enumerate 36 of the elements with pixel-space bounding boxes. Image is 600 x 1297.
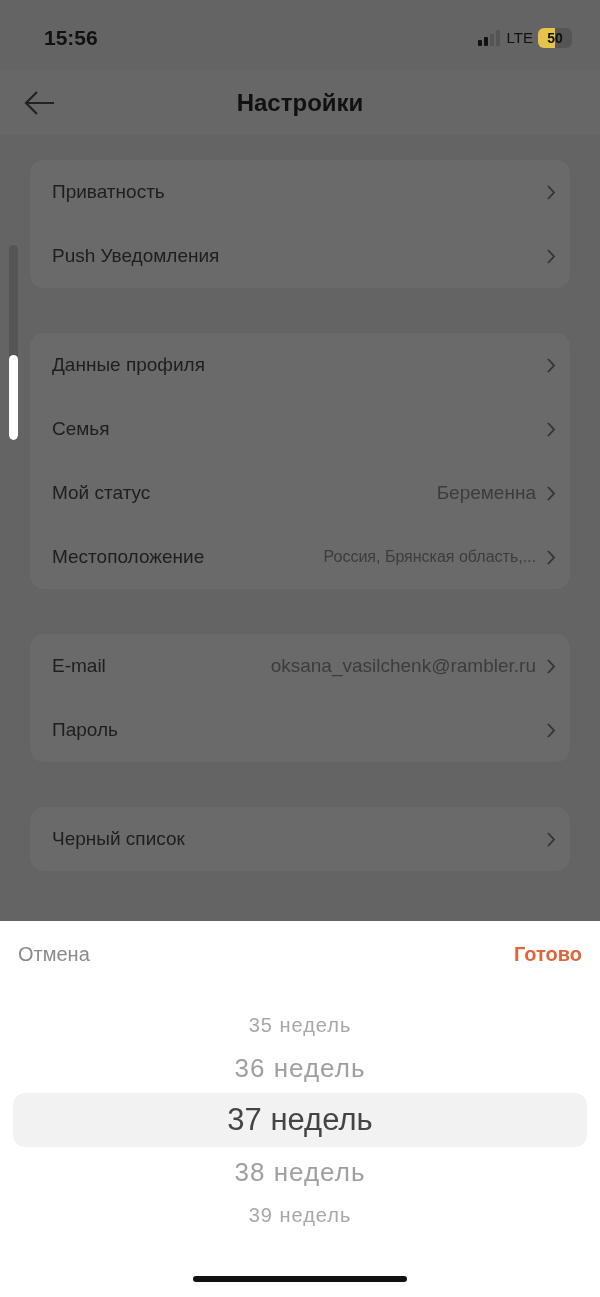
chevron-icon xyxy=(546,721,556,739)
signal-icon xyxy=(477,30,502,47)
row-label: Push Уведомления xyxy=(52,243,220,268)
settings-row[interactable]: Приватность xyxy=(30,160,570,224)
status-time: 15:56 xyxy=(44,25,98,51)
settings-row[interactable]: Семья xyxy=(30,397,570,461)
back-icon[interactable] xyxy=(24,90,56,116)
chevron-icon xyxy=(546,548,556,566)
chevron-icon xyxy=(546,247,556,265)
picker-option[interactable]: 37 недель xyxy=(13,1093,587,1147)
network-type: LTE xyxy=(506,28,533,48)
chevron-icon xyxy=(546,356,556,374)
chevron-icon xyxy=(546,484,556,502)
chevron-icon xyxy=(546,830,556,848)
done-button[interactable]: Готово xyxy=(513,939,582,969)
cancel-button[interactable]: Отмена xyxy=(18,939,90,969)
row-label: Семья xyxy=(52,416,110,441)
row-label: Местоположение xyxy=(52,544,205,569)
row-label: E-mail xyxy=(52,653,106,678)
row-label: Пароль xyxy=(52,717,118,742)
row-label: Мой статус xyxy=(52,480,151,505)
settings-row[interactable]: Пароль xyxy=(30,698,570,762)
row-label: Данные профиля xyxy=(52,352,205,377)
screen-title: Настройки xyxy=(236,87,364,118)
picker-option[interactable]: 36 недель xyxy=(228,1043,372,1093)
settings-row[interactable]: Данные профиля xyxy=(30,333,570,397)
picker-option[interactable]: 35 недель xyxy=(242,1007,358,1043)
settings-row[interactable]: Push Уведомления xyxy=(30,224,570,288)
picker-option[interactable]: 38 недель xyxy=(228,1147,372,1197)
picker-option[interactable]: 39 недель xyxy=(242,1197,358,1233)
settings-row[interactable]: Черный список xyxy=(30,807,570,871)
row-label: Черный список xyxy=(52,826,185,851)
chevron-icon xyxy=(546,420,556,438)
chevron-icon xyxy=(546,183,556,201)
chevron-icon xyxy=(546,657,556,675)
row-label: Приватность xyxy=(52,179,165,204)
